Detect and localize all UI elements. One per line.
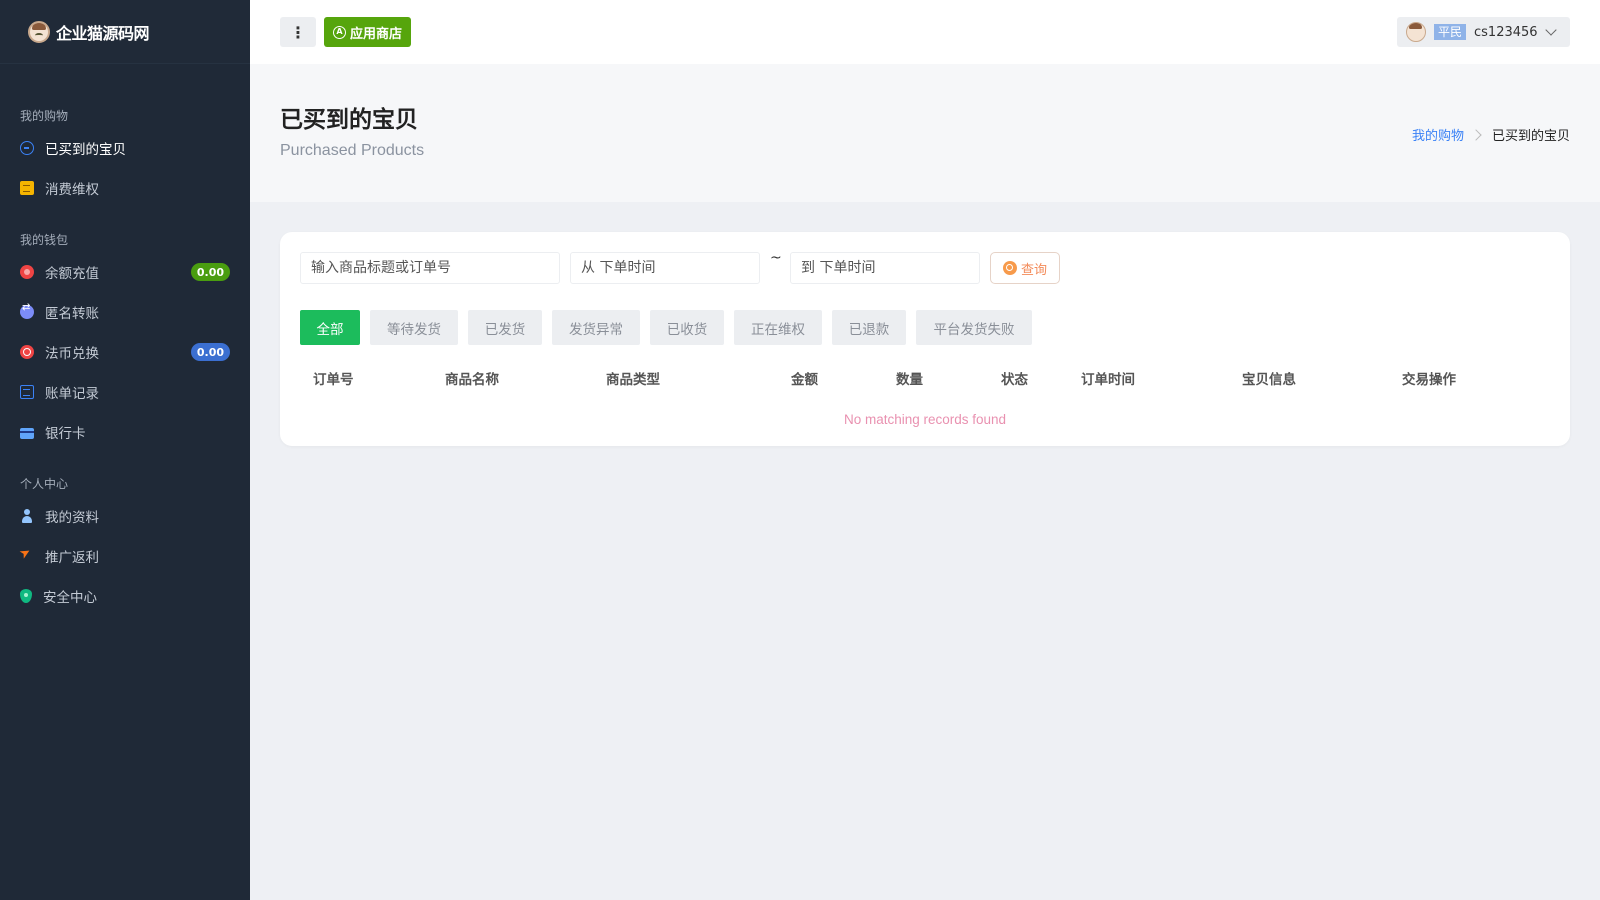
- avatar: [1406, 22, 1426, 42]
- chevron-right-icon: [1470, 128, 1482, 141]
- column-header-order-time[interactable]: 订单时间: [1081, 368, 1135, 388]
- sidebar-item-label: 已买到的宝贝: [45, 142, 126, 158]
- search-icon: [1002, 261, 1017, 275]
- exchange-icon: [20, 345, 34, 359]
- column-header-actions[interactable]: 交易操作: [1402, 368, 1456, 388]
- bill-icon: [20, 385, 34, 399]
- exchange-badge: 0.00: [190, 343, 230, 361]
- balance-badge: 0.00: [190, 263, 230, 281]
- sidebar-item-label: 余额充值: [45, 266, 99, 282]
- tab-all[interactable]: 全部: [300, 310, 360, 345]
- app-store-icon: A: [333, 25, 346, 39]
- column-header-product-type[interactable]: 商品类型: [606, 368, 660, 388]
- sidebar-item-label: 账单记录: [45, 386, 99, 402]
- user-icon: [20, 509, 34, 523]
- sidebar-item-label: 匿名转账: [45, 306, 99, 322]
- tab-shipping-exception[interactable]: 发货异常: [552, 310, 640, 345]
- role-badge: 平民: [1434, 24, 1467, 40]
- keyword-search-input[interactable]: [300, 252, 560, 284]
- column-header-status[interactable]: 状态: [1001, 368, 1028, 388]
- query-button[interactable]: 查询: [990, 252, 1060, 284]
- shield-icon: [20, 589, 32, 603]
- page-title: 已买到的宝贝: [280, 107, 418, 133]
- page-header: 已买到的宝贝 Purchased Products 我的购物 已买到的宝贝: [250, 64, 1600, 202]
- tab-shipped[interactable]: 已发货: [468, 310, 542, 345]
- tab-platform-shipping-failed[interactable]: 平台发货失败: [916, 310, 1032, 345]
- chevron-down-icon: [1544, 24, 1557, 36]
- brand-name: 企业猫源码网: [56, 23, 150, 43]
- page-subtitle: Purchased Products: [280, 142, 425, 159]
- sidebar-item-bank-card[interactable]: 银行卡: [0, 420, 250, 444]
- sidebar-item-profile[interactable]: 我的资料: [0, 504, 250, 528]
- order-date-from-input[interactable]: [570, 252, 760, 284]
- paper-plane-icon: [20, 549, 34, 563]
- section-my-wallet: 我的钱包: [20, 233, 69, 247]
- column-header-amount[interactable]: 金额: [791, 368, 818, 388]
- sidebar-item-fiat-exchange[interactable]: 法币兑换 0.00: [0, 340, 250, 364]
- breadcrumb-current: 已买到的宝贝: [1491, 129, 1570, 144]
- transfer-icon: [20, 302, 34, 319]
- username: cs123456: [1474, 24, 1538, 40]
- menu-toggle-button[interactable]: ⋮: [280, 17, 316, 47]
- empty-table-message: No matching records found: [843, 412, 1007, 427]
- user-menu[interactable]: 平民 cs123456: [1397, 17, 1570, 47]
- order-date-to-input[interactable]: [790, 252, 980, 284]
- sidebar-item-label: 我的资料: [45, 510, 99, 526]
- sidebar-item-referral[interactable]: 推广返利: [0, 544, 250, 568]
- sidebar-item-recharge[interactable]: 余额充值 0.00: [0, 260, 250, 284]
- breadcrumb: 我的购物 已买到的宝贝: [1412, 125, 1570, 144]
- brand[interactable]: 企业猫源码网: [0, 0, 250, 64]
- column-header-product-name[interactable]: 商品名称: [445, 368, 499, 388]
- brand-logo-icon: [28, 20, 50, 43]
- date-range-separator: ~: [770, 250, 782, 266]
- sidebar-item-purchased[interactable]: 已买到的宝贝: [0, 136, 250, 160]
- circle-icon: [20, 141, 34, 155]
- top-header: ⋮ A 应用商店 平民 cs123456: [250, 0, 1600, 64]
- sidebar: 企业猫源码网 我的购物 已买到的宝贝 消费维权 我的钱包 余额充值 0.00 匿…: [0, 0, 250, 900]
- orders-card: ~ 查询 全部 等待发货 已发货 发货异常 已收货 正在维权 已退款 平台发货失…: [280, 232, 1570, 446]
- tab-in-dispute[interactable]: 正在维权: [734, 310, 822, 345]
- column-header-quantity[interactable]: 数量: [896, 368, 923, 388]
- tab-refunded[interactable]: 已退款: [832, 310, 906, 345]
- vertical-dots-icon: ⋮: [290, 22, 306, 42]
- breadcrumb-parent-link[interactable]: 我的购物: [1412, 125, 1464, 144]
- sidebar-item-label: 银行卡: [45, 426, 86, 442]
- sidebar-item-bill-records[interactable]: 账单记录: [0, 380, 250, 404]
- sidebar-item-consumer-rights[interactable]: 消费维权: [0, 176, 250, 200]
- tab-awaiting-shipment[interactable]: 等待发货: [370, 310, 458, 345]
- ticket-icon: [20, 181, 34, 195]
- column-header-order-no[interactable]: 订单号: [313, 368, 354, 388]
- query-label: 查询: [1020, 262, 1047, 278]
- sidebar-item-label: 消费维权: [45, 182, 99, 198]
- sidebar-item-label: 法币兑换: [45, 346, 99, 362]
- bank-card-icon: [20, 427, 34, 439]
- section-my-shopping: 我的购物: [20, 109, 69, 123]
- sidebar-item-label: 推广返利: [45, 550, 99, 566]
- sidebar-item-anonymous-transfer[interactable]: 匿名转账: [0, 300, 250, 324]
- section-personal-center: 个人中心: [20, 477, 69, 491]
- sidebar-item-label: 安全中心: [43, 590, 97, 606]
- column-header-product-info[interactable]: 宝贝信息: [1242, 368, 1296, 388]
- app-store-label: 应用商店: [350, 26, 403, 42]
- app-store-button[interactable]: A 应用商店: [324, 17, 412, 47]
- sidebar-item-security[interactable]: 安全中心: [0, 584, 250, 608]
- coin-icon: [20, 265, 34, 279]
- tab-received[interactable]: 已收货: [650, 310, 724, 345]
